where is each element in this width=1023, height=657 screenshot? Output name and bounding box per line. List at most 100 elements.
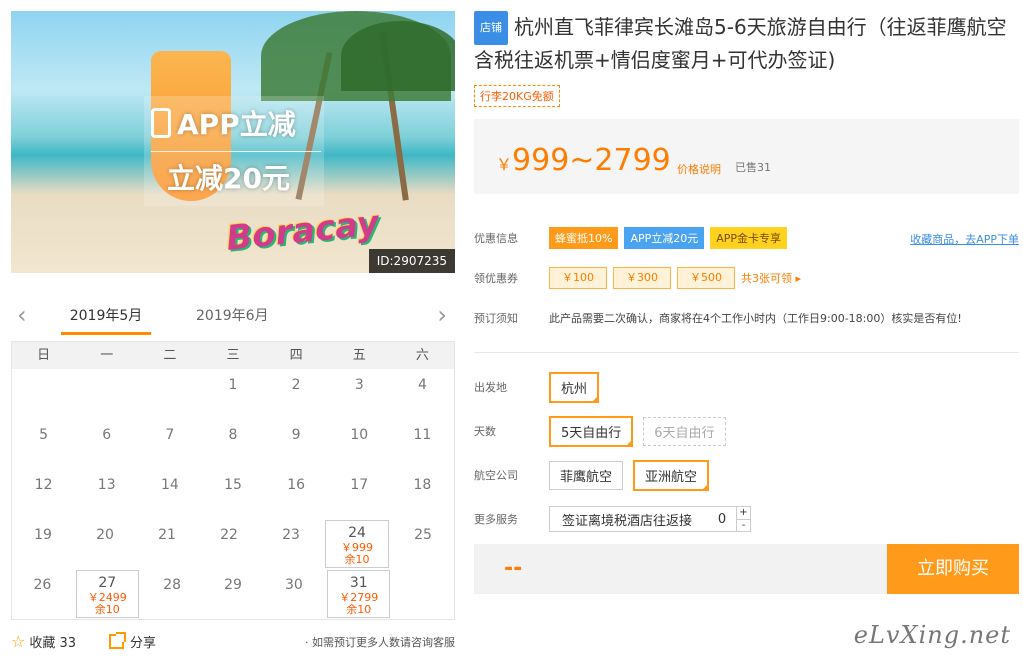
shop-tag[interactable]: 店铺 — [474, 11, 508, 45]
weekday-label: 二 — [163, 348, 177, 363]
day-number: 14 — [160, 477, 179, 493]
price-explanation-link[interactable]: 价格说明 — [677, 161, 721, 177]
day-number: 11 — [413, 427, 432, 443]
left-footer: ☆ 收藏 33 分享 · 如需预订更多人数请咨询客服 — [11, 626, 455, 656]
airline-label: 航空公司 — [474, 469, 518, 482]
calendar-day: 6 — [75, 419, 138, 469]
calendar-week-row: 12 13 14 15 16 17 18 — [12, 469, 454, 519]
weekday-label: 一 — [100, 348, 114, 363]
favorite-app-link[interactable]: 收藏商品，去APP下单 — [910, 231, 1019, 247]
day-number: 4 — [417, 377, 427, 393]
departure-option-hangzhou[interactable]: 杭州 — [549, 371, 600, 403]
departure-label: 出发地 — [474, 381, 507, 394]
price-box: ￥999~2799 价格说明 已售31 — [474, 119, 1019, 194]
days-option-6[interactable]: 6天自由行 — [643, 416, 726, 446]
weekday-label: 三 — [226, 348, 240, 363]
day-stock: 余10 — [94, 603, 120, 616]
day-number: 12 — [34, 477, 53, 493]
calendar-day: 18 — [391, 469, 454, 519]
left-panel: APP立减 立减20元 Boracay ID:2907235 ‹ 2019年5月… — [11, 11, 455, 656]
calendar-day: 20 — [74, 519, 136, 569]
notice-row: 预订须知 此产品需要二次确认，商家将在4个工作小时内（工作日9:00-18:00… — [474, 298, 1019, 338]
calendar-day: 14 — [138, 469, 201, 519]
calendar-day: 4 — [391, 369, 454, 419]
decrement-button[interactable]: - — [737, 520, 750, 532]
service-quantity[interactable]: 0 — [708, 512, 736, 527]
day-number: 28 — [163, 577, 182, 593]
calendar-week-row: 19 20 21 22 23 24 ￥999 余10 25 — [12, 519, 454, 569]
service-label: 更多服务 — [474, 513, 518, 526]
calendar-day — [75, 369, 138, 419]
coupon-500[interactable]: ￥500 — [677, 267, 735, 289]
calendar-day: 9 — [265, 419, 328, 469]
buy-now-button[interactable]: 立即购买 — [887, 544, 1019, 594]
calendar-day: 22 — [198, 519, 260, 569]
day-number: 30 — [284, 577, 303, 593]
days-row: 天数 5天自由行 6天自由行 — [474, 409, 1019, 453]
calendar-day: 7 — [138, 419, 201, 469]
site-watermark: eLvXing.net — [853, 621, 1011, 649]
discount-tag: APP立减20元 — [624, 227, 705, 249]
tab-month-june[interactable]: 2019年6月 — [196, 305, 269, 325]
day-number: 15 — [224, 477, 242, 493]
chevron-left-icon[interactable]: ‹ — [17, 301, 27, 329]
day-number: 2 — [291, 377, 301, 393]
day-number: 16 — [287, 477, 306, 493]
price-value: 999~2799 — [512, 143, 671, 178]
calendar-day: 29 — [203, 569, 264, 619]
day-number: 23 — [282, 527, 300, 543]
airline-option-philippine[interactable]: 菲鹰航空 — [549, 460, 624, 490]
calendar-day: 21 — [136, 519, 198, 569]
coupon-300[interactable]: ￥300 — [613, 267, 671, 289]
calendar-day: 11 — [391, 419, 454, 469]
sold-count: 已售31 — [735, 161, 771, 174]
quantity-stepper: + - — [736, 507, 750, 531]
calendar-day-available[interactable]: 24 ￥999 余10 — [325, 520, 389, 568]
promo-divider — [151, 151, 321, 152]
coupon-more-link[interactable]: 共3张可领 ▸ — [741, 270, 801, 286]
coupon-100[interactable]: ￥100 — [549, 267, 607, 289]
calendar-day — [138, 369, 201, 419]
weekday-label: 四 — [289, 348, 303, 363]
share-button[interactable]: 分享 — [109, 632, 156, 651]
calendar-day-available[interactable]: 27 ￥2499 余10 — [75, 570, 139, 618]
share-label: 分享 — [130, 636, 157, 651]
calendar-day: 28 — [142, 569, 203, 619]
palm-leaves — [341, 21, 455, 91]
buy-bar: -- 立即购买 — [474, 544, 1019, 594]
price: ￥999~2799 — [496, 143, 671, 178]
day-number: 3 — [354, 377, 364, 393]
calendar-day: 12 — [12, 469, 75, 519]
info-section: 优惠信息 蜂蜜抵10% APP立减20元 APP金卡专享 收藏商品，去APP下单… — [474, 218, 1019, 353]
promo-subtitle: 立减20元 — [167, 162, 290, 195]
product-image[interactable]: APP立减 立减20元 Boracay ID:2907235 — [11, 11, 455, 273]
discount-tag: APP金卡专享 — [710, 227, 788, 249]
days-option-5[interactable]: 5天自由行 — [549, 415, 634, 447]
airline-option-airasia[interactable]: 亚洲航空 — [633, 459, 710, 491]
day-number: 19 — [34, 527, 52, 543]
favorite-label: 收藏 33 — [29, 636, 77, 651]
day-number: 22 — [220, 527, 238, 543]
increment-button[interactable]: + — [737, 507, 750, 520]
day-number: 24 — [348, 525, 366, 541]
right-panel: 店铺 杭州直飞菲律宾长滩岛5-6天旅游自由行（往返菲鹰航空含税往返机票+情侣度蜜月… — [474, 11, 1019, 594]
service-name: 签证离境税酒店往返接 — [562, 513, 693, 529]
consult-note: · 如需预订更多人数请咨询客服 — [305, 636, 455, 649]
calendar-day: 26 — [12, 569, 73, 619]
product-title-text: 杭州直飞菲律宾长滩岛5-6天旅游自由行（往返菲鹰航空含税往返机票+情侣度蜜月+可… — [474, 15, 1007, 72]
notice-label: 预订须知 — [474, 312, 518, 325]
star-icon: ☆ — [11, 632, 26, 651]
favorite-button[interactable]: ☆ 收藏 33 — [11, 632, 76, 651]
chevron-right-icon[interactable]: › — [437, 301, 447, 329]
luggage-badge: 行李20KG免额 — [474, 85, 560, 107]
notice-text: 此产品需要二次确认，商家将在4个工作小时内（工作日9:00-18:00）核实是否… — [549, 312, 962, 325]
calendar-day: 30 — [263, 569, 324, 619]
calendar-day-available[interactable]: 31 ￥2799 余10 — [327, 570, 391, 618]
calendar-day: 1 — [201, 369, 264, 419]
tab-month-may[interactable]: 2019年5月 — [61, 305, 151, 335]
calendar-day: 23 — [260, 519, 322, 569]
day-number: 9 — [291, 427, 301, 443]
calendar-grid: 日 一 二 三 四 五 六 1 2 3 4 5 6 7 8 9 10 11 12 13 14 15 16 17 1… — [11, 341, 455, 620]
calendar-day — [393, 569, 454, 619]
airline-row: 航空公司 菲鹰航空 亚洲航空 — [474, 453, 1019, 497]
